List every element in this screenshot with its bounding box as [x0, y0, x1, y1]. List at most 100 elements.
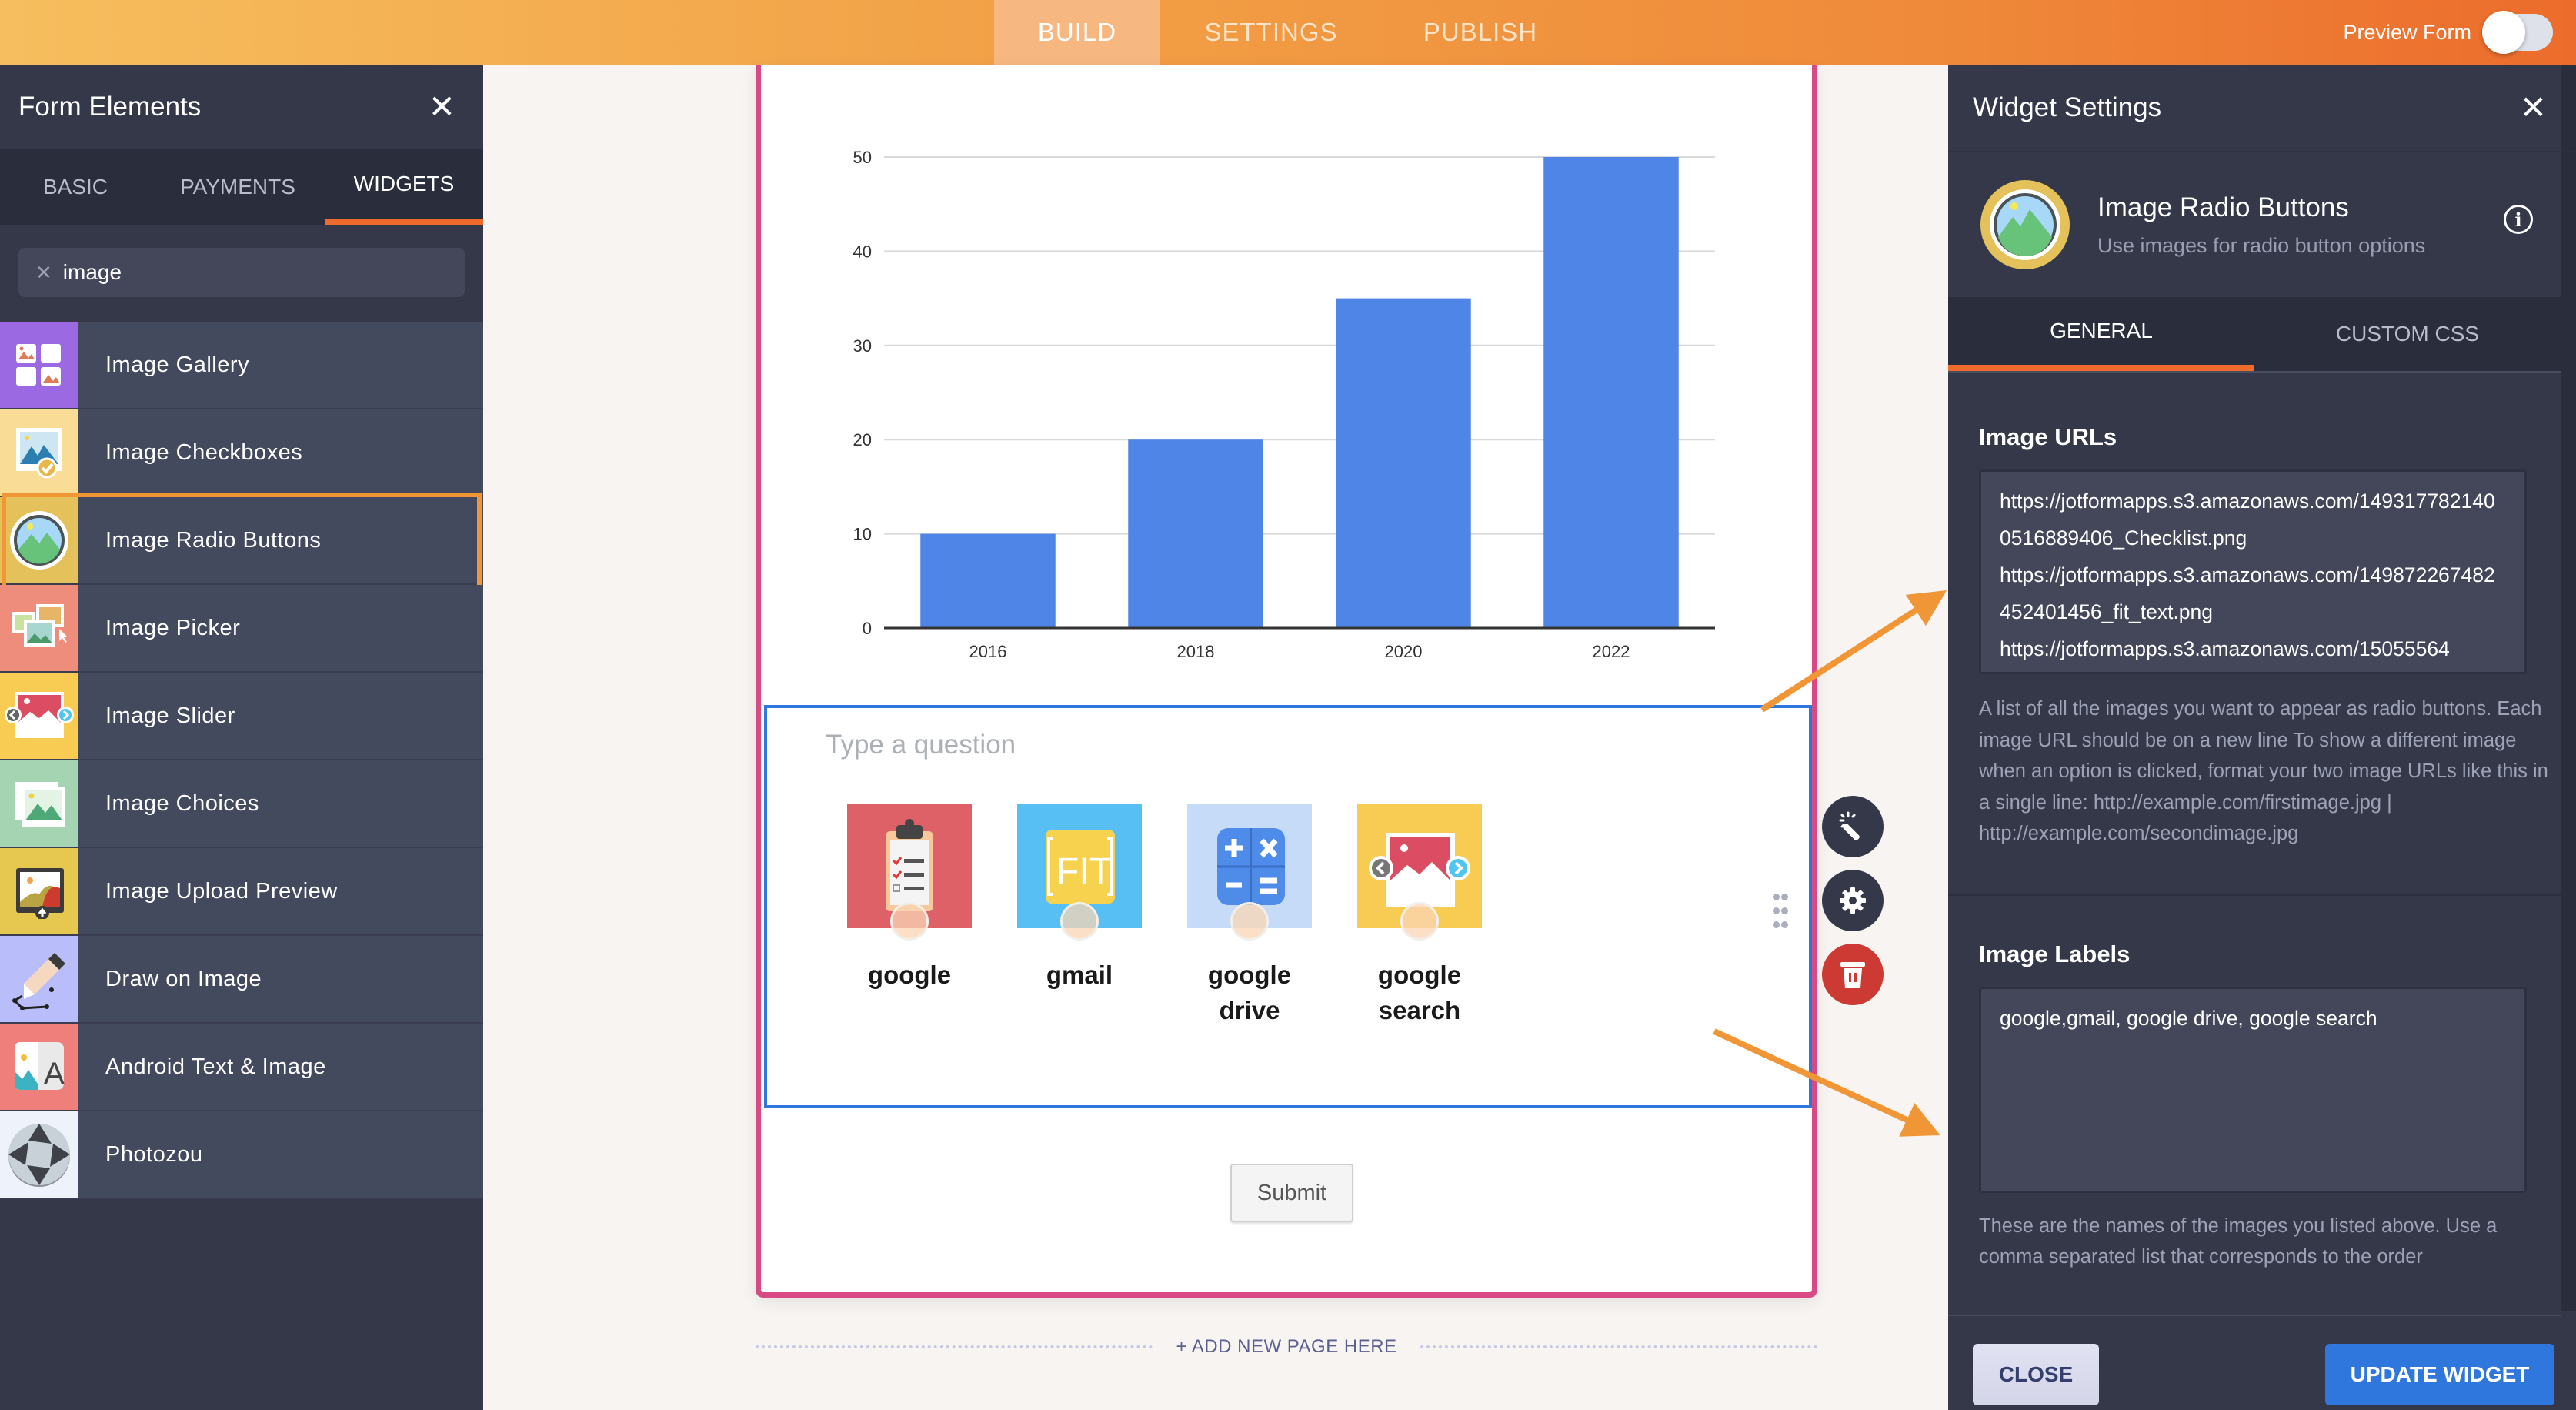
tab-custom-css[interactable]: CUSTOM CSS [2254, 297, 2561, 371]
widget-name: Image Radio Buttons [2097, 192, 2349, 222]
image-urls-textarea[interactable] [1979, 469, 2527, 674]
widget-item-image-picker[interactable]: Image Picker [0, 585, 483, 673]
tab-general[interactable]: GENERAL [1948, 297, 2254, 371]
image-gallery-icon [0, 322, 78, 408]
bar-chart: 0 10 20 30 40 50 2016 2018 2020 2022 [853, 148, 1715, 661]
panel-title: Form Elements [18, 92, 202, 122]
option-label: google [867, 961, 952, 989]
magic-wand-icon [1839, 811, 1860, 840]
image-radio-question[interactable]: Type a question google FIT gmail google … [764, 705, 1812, 1108]
image-slider-icon [0, 673, 78, 759]
widget-item-label: Image Upload Preview [105, 878, 338, 904]
top-bar: BUILD SETTINGS PUBLISH Preview Form [0, 0, 2576, 65]
close-icon[interactable]: ✕ [2520, 92, 2547, 124]
form-elements-header: Form Elements ✕ [0, 65, 483, 149]
close-icon[interactable]: ✕ [429, 91, 455, 123]
image-upload-preview-icon [0, 848, 78, 934]
widget-search: ✕ [18, 248, 465, 297]
delete-button[interactable] [1822, 944, 1884, 1005]
widget-item-label: Image Checkboxes [105, 439, 303, 465]
radio-button[interactable] [1230, 902, 1269, 941]
settings-button[interactable] [1822, 870, 1884, 931]
clear-search-icon[interactable]: ✕ [35, 261, 52, 285]
y-tick-label: 50 [853, 148, 872, 167]
radio-option-google[interactable]: google [847, 804, 972, 993]
preview-form-toggle[interactable] [2482, 11, 2553, 54]
widget-item-label: Image Choices [105, 790, 259, 816]
add-new-page[interactable]: + ADD NEW PAGE HERE [756, 1336, 1817, 1358]
question-placeholder[interactable]: Type a question [826, 730, 1016, 760]
draw-on-image-icon [0, 936, 78, 1022]
widget-item-label: Android Text & Image [105, 1054, 326, 1079]
widget-item-image-upload-preview[interactable]: Image Upload Preview [0, 848, 483, 936]
form-canvas: 0 10 20 30 40 50 2016 2018 2020 2022 Type a quest… [756, 65, 1817, 1298]
drag-handle-icon[interactable] [1772, 891, 1790, 933]
x-tick-label: 2016 [969, 642, 1007, 661]
image-picker-icon [0, 585, 78, 671]
image-urls-help: A list of all the images you want to app… [1979, 698, 2548, 844]
image-radio-buttons-icon [1980, 180, 2070, 269]
x-tick-label: 2018 [1177, 642, 1215, 661]
settings-tabs: GENERAL CUSTOM CSS [1948, 297, 2561, 373]
image-choices-icon [0, 760, 78, 847]
widget-item-image-checkboxes[interactable]: Image Checkboxes [0, 409, 483, 497]
widget-item-image-slider[interactable]: Image Slider [0, 673, 483, 760]
image-radio-buttons-icon [0, 497, 78, 583]
widget-item-label: Image Radio Buttons [105, 527, 322, 553]
radio-option-gmail[interactable]: FIT gmail [1017, 804, 1142, 993]
divider [756, 1345, 1153, 1348]
widget-settings-header: Widget Settings ✕ [1948, 65, 2576, 151]
widget-item-image-radio-buttons[interactable]: Image Radio Buttons [0, 493, 483, 600]
widget-info-card: Image Radio Buttons Use images for radio… [1948, 151, 2576, 297]
image-labels-label: Image Labels [1979, 940, 2131, 967]
radio-option-google-search[interactable]: google search [1357, 804, 1482, 1028]
bar-2018 [1128, 439, 1263, 628]
add-new-page-label[interactable]: + ADD NEW PAGE HERE [1176, 1336, 1396, 1358]
bar-2016 [920, 533, 1056, 628]
image-checkboxes-icon [0, 409, 78, 496]
widget-item-image-gallery[interactable]: Image Gallery [0, 322, 483, 409]
widget-item-android-text-image[interactable]: A Android Text & Image [0, 1024, 483, 1111]
radio-button[interactable] [1400, 902, 1439, 941]
update-widget-button[interactable]: UPDATE WIDGET [2325, 1344, 2554, 1405]
x-tick-label: 2022 [1593, 642, 1630, 661]
widget-item-label: Image Picker [105, 615, 241, 640]
radio-option-google-drive[interactable]: google drive [1187, 804, 1312, 1028]
search-input[interactable] [62, 260, 432, 285]
widget-item-label: Image Gallery [105, 352, 250, 377]
y-tick-label: 10 [853, 525, 872, 544]
radio-button[interactable] [890, 902, 929, 941]
tab-widgets[interactable]: WIDGETS [325, 149, 483, 225]
close-button[interactable]: CLOSE [1973, 1344, 2099, 1405]
widget-item-draw-on-image[interactable]: Draw on Image [0, 936, 483, 1024]
widget-list: Image Gallery Image Checkboxes Image Rad… [0, 322, 483, 1199]
trash-icon [1840, 962, 1865, 988]
svg-text:FIT: FIT [1056, 851, 1112, 892]
panel-title: Widget Settings [1973, 92, 2162, 122]
submit-button[interactable]: Submit [1230, 1164, 1353, 1222]
y-tick-label: 40 [853, 242, 872, 261]
top-nav: BUILD SETTINGS PUBLISH [994, 0, 1579, 65]
option-label: gmail [1046, 961, 1113, 989]
tab-settings[interactable]: SETTINGS [1160, 0, 1382, 65]
radio-button[interactable] [1060, 902, 1099, 941]
widget-item-image-choices[interactable]: Image Choices [0, 760, 483, 848]
widget-item-photozou[interactable]: Photozou [0, 1111, 483, 1199]
tab-payments[interactable]: PAYMENTS [151, 149, 325, 225]
info-icon[interactable]: i [2504, 205, 2533, 234]
tab-publish[interactable]: PUBLISH [1382, 0, 1579, 65]
element-tabs: BASIC PAYMENTS WIDGETS [0, 149, 483, 225]
tab-build[interactable]: BUILD [994, 0, 1160, 65]
y-tick-label: 30 [853, 336, 872, 356]
y-tick-label: 0 [863, 619, 872, 638]
tab-basic[interactable]: BASIC [0, 149, 151, 225]
image-labels-textarea[interactable] [1979, 986, 2527, 1193]
bar-2022 [1543, 157, 1679, 628]
image-urls-label: Image URLs [1979, 423, 2117, 450]
image-labels-help: These are the names of the images you li… [1979, 1215, 2498, 1268]
divider [1420, 1345, 1817, 1348]
preview-form: Preview Form [2343, 0, 2553, 65]
magic-wand-button[interactable] [1822, 796, 1884, 857]
widget-settings-panel: Widget Settings ✕ Image Radio Buttons Us… [1948, 65, 2576, 1410]
svg-text:A: A [44, 1057, 65, 1091]
